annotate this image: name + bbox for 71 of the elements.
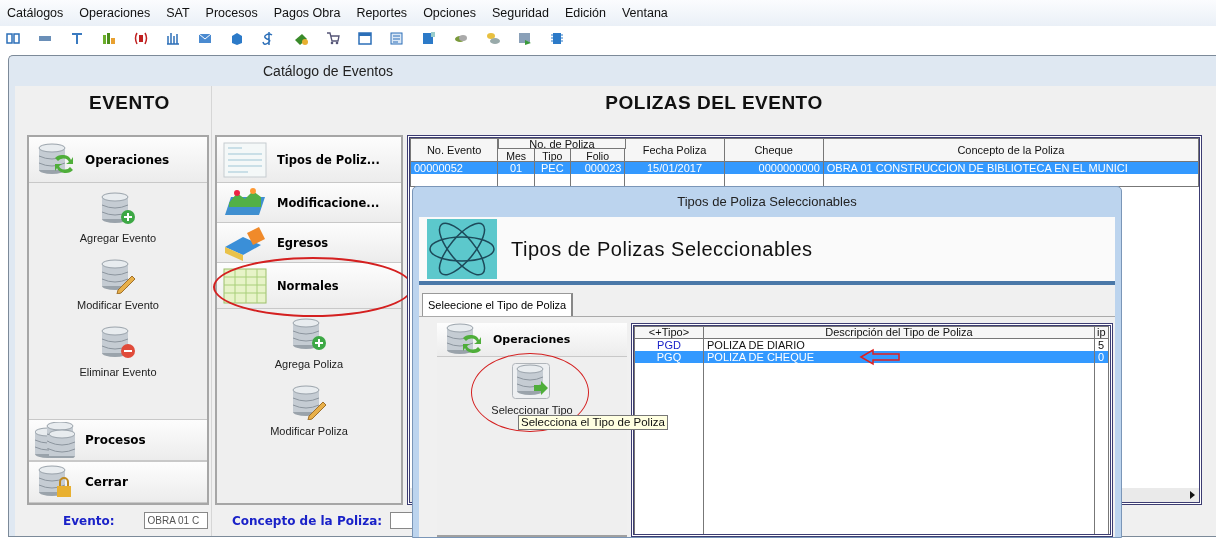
- category-button[interactable]: Normales: [217, 263, 401, 309]
- tooltip: Selecciona el Tipo de Poliza: [518, 415, 668, 430]
- menu-item[interactable]: Ventana: [620, 6, 669, 20]
- spreadsheet-icon: [223, 267, 267, 304]
- table-cell: 01: [497, 161, 535, 174]
- menu-item[interactable]: Procesos: [204, 6, 259, 20]
- atom-logo-icon: [427, 219, 497, 279]
- menu-item[interactable]: Edición: [563, 6, 607, 20]
- database-pencil-icon: [98, 258, 138, 294]
- menu-item[interactable]: Reportes: [355, 6, 409, 20]
- columns-icon[interactable]: [166, 30, 180, 46]
- section-title: EVENTO: [88, 91, 171, 115]
- column-header[interactable]: Tipo: [542, 151, 563, 161]
- menu-item[interactable]: Pagos Obra: [272, 6, 342, 20]
- action-button[interactable]: Agregar Evento: [75, 189, 161, 246]
- window-icon[interactable]: [358, 30, 372, 46]
- action-button[interactable]: Agrega Poliza: [270, 315, 348, 372]
- cart-icon[interactable]: [326, 30, 340, 46]
- form-thumbnail-icon: [223, 141, 267, 178]
- column-header[interactable]: Concepto de la Poliza: [823, 138, 1199, 162]
- window-title: Catálogo de Eventos: [262, 62, 394, 81]
- column-header[interactable]: Folio: [586, 151, 609, 161]
- database-plus-icon: [98, 191, 138, 227]
- text-t-icon[interactable]: [70, 30, 84, 46]
- category-button[interactable]: Modificacione...: [217, 183, 401, 223]
- column-header[interactable]: <+Tipo>: [634, 326, 704, 339]
- field-label: Evento:: [63, 513, 115, 528]
- database-plus-icon: [289, 317, 329, 353]
- form-icon[interactable]: [390, 30, 404, 46]
- table-cell: PEC: [534, 161, 571, 174]
- menu-item[interactable]: Catálogos: [6, 6, 65, 20]
- table-cell: 00000052: [410, 161, 498, 174]
- section-button[interactable]: Operaciones: [29, 137, 207, 183]
- money-bracket-icon[interactable]: [134, 30, 148, 46]
- books-icon: [223, 224, 267, 261]
- table-cell: OBRA 01 CONSTRUCCION DE BIBLIOTECA EN EL MUNICI: [823, 161, 1199, 174]
- notepad-icon[interactable]: [422, 30, 436, 46]
- action-button[interactable]: Modificar Poliza: [266, 382, 352, 439]
- database-minus-icon: [98, 325, 138, 361]
- field-label: Concepto de la Poliza:: [232, 513, 383, 528]
- menu-item[interactable]: Opciones: [422, 6, 477, 20]
- section-title: POLIZAS DEL EVENTO: [604, 91, 824, 115]
- column-header[interactable]: No. Evento: [410, 138, 498, 162]
- section-button[interactable]: Cerrar: [29, 461, 207, 503]
- dialog-title: Tipos de Poliza Seleccionables: [676, 193, 858, 211]
- menu-item[interactable]: SAT: [165, 6, 191, 20]
- table-cell: 000023: [570, 161, 625, 174]
- table-cell: 0: [1094, 351, 1109, 363]
- column-header[interactable]: Descripción del Tipo de Poliza: [703, 326, 1095, 339]
- tab[interactable]: Seleecione el Tipo de Poliza: [422, 293, 574, 316]
- section-button[interactable]: Procesos: [29, 419, 207, 461]
- dialog-heading: Tipos de Polizas Seleccionables: [511, 237, 813, 261]
- bar-chart-icon[interactable]: [102, 30, 116, 46]
- category-button[interactable]: Tipos de Poliz...: [217, 137, 401, 183]
- grid-icon[interactable]: [6, 30, 20, 46]
- database-pencil-icon: [289, 384, 329, 420]
- menu-item[interactable]: Seguridad: [490, 6, 550, 20]
- table-cell: PGQ: [634, 351, 704, 363]
- action-button[interactable]: Modificar Evento: [73, 256, 163, 313]
- table-cell: 0000000000: [724, 161, 824, 174]
- database-stack-icon: [35, 422, 75, 458]
- action-button[interactable]: Eliminar Evento: [75, 323, 161, 380]
- category-button[interactable]: Egresos: [217, 223, 401, 263]
- table-cell: 15/01/2017: [624, 161, 725, 174]
- column-header[interactable]: Cheque: [724, 138, 824, 162]
- disk-stack-icon[interactable]: [486, 30, 500, 46]
- section-button[interactable]: Operaciones: [437, 323, 627, 357]
- table-cell: POLIZA DE CHEQUE: [703, 351, 1095, 363]
- text-field[interactable]: OBRA 01 C: [144, 512, 209, 529]
- column-header[interactable]: Fecha Poliza: [624, 138, 725, 162]
- menu-item[interactable]: Operaciones: [78, 6, 152, 20]
